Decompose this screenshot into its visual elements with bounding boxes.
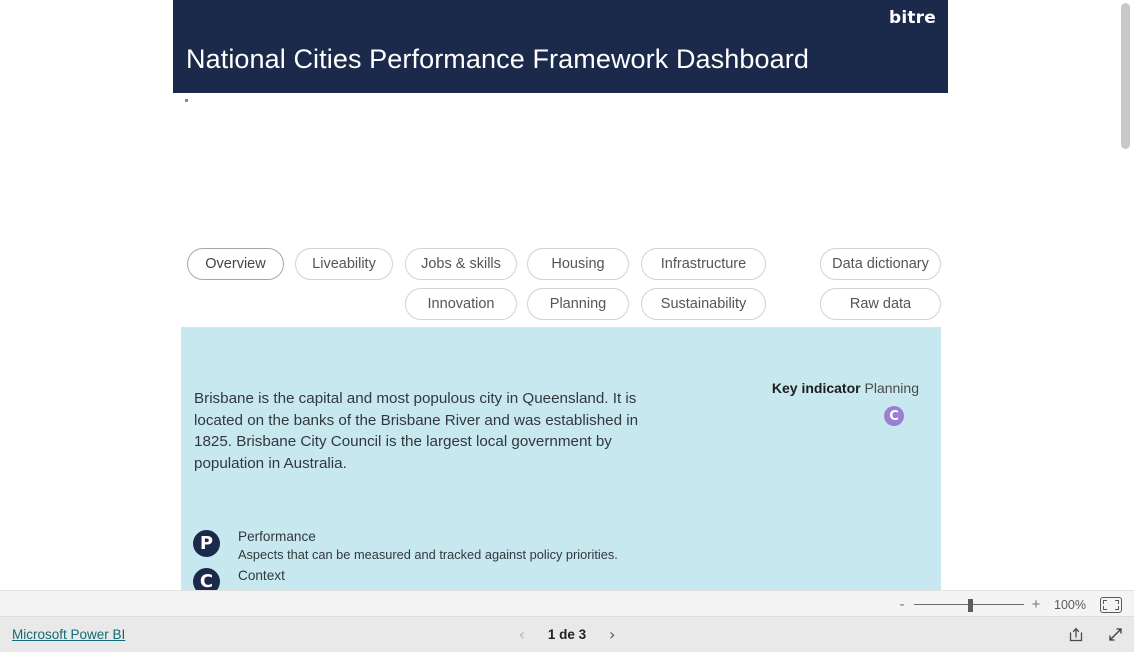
context-badge-icon: C [193,568,220,590]
footer-action-icons [1068,617,1124,652]
key-indicator-title: Key indicator [771,380,861,396]
fit-to-page-icon[interactable] [1100,596,1122,613]
power-bi-report-viewer: bitre National Cities Performance Framew… [0,0,1134,652]
report-vertical-scrollbar[interactable] [1118,0,1132,590]
legend-title: Performance [238,529,316,544]
nav-button-sustainability[interactable]: Sustainability [641,288,766,320]
nav-button-label: Planning [549,296,607,312]
nav-button-label: Overview [205,256,266,272]
previous-page-icon[interactable]: ‹ [519,626,525,643]
nav-button-infrastructure[interactable]: Infrastructure [641,248,766,280]
zoom-status-bar: - + 100% [0,590,1134,617]
indicator-legend: P Performance Aspects that can be measur… [181,529,941,590]
nav-button-label: Sustainability [660,296,747,312]
fullscreen-icon[interactable] [1107,626,1124,643]
nav-button-planning[interactable]: Planning [527,288,629,320]
nav-button-innovation[interactable]: Innovation [405,288,517,320]
scrollbar-thumb[interactable] [1121,3,1130,149]
zoom-slider-handle[interactable] [968,598,973,612]
zoom-level-value: 100% [1054,597,1086,612]
key-indicator-label: Key indicator Planning [772,380,919,396]
nav-button-raw-data[interactable]: Raw data [820,288,941,320]
legend-item-context: C Context [181,568,941,590]
share-icon[interactable] [1068,626,1085,643]
legend-description: Aspects that can be measured and tracked… [238,547,618,562]
nav-button-liveability[interactable]: Liveability [295,248,393,280]
nav-button-label: Infrastructure [660,256,747,272]
zoom-controls: - + 100% [894,591,1122,618]
legend-item-performance: P Performance Aspects that can be measur… [181,529,941,568]
nav-button-label: Innovation [427,296,495,312]
nav-button-label: Raw data [849,296,912,312]
next-page-icon[interactable]: › [609,626,615,643]
page-indicator-label: 1 de 3 [547,627,587,642]
nav-button-label: Housing [551,256,605,272]
report-canvas: bitre National Cities Performance Framew… [0,0,1134,590]
nav-button-label: Data dictionary [832,256,929,272]
zoom-in-button[interactable]: + [1028,597,1044,612]
report-footer-bar: Microsoft Power BI ‹ 1 de 3 › [0,617,1134,652]
key-indicator-value: Planning [864,380,920,396]
performance-badge-icon: P [193,530,220,557]
nav-button-label: Jobs & skills [421,256,501,272]
city-info-panel: Brisbane is the capital and most populou… [181,327,941,590]
nav-button-data-dictionary[interactable]: Data dictionary [820,248,941,280]
nav-button-housing[interactable]: Housing [527,248,629,280]
nav-button-jobs-and-skills[interactable]: Jobs & skills [405,248,517,280]
nav-button-overview[interactable]: Overview [187,248,284,280]
zoom-out-button[interactable]: - [894,597,910,612]
key-indicator-context-badge: C [884,406,904,426]
zoom-slider[interactable] [914,598,1024,612]
city-description-text: Brisbane is the capital and most populou… [194,390,639,472]
page-navigation: ‹ 1 de 3 › [0,617,1134,652]
nav-button-label: Liveability [312,256,376,272]
legend-title: Context [238,568,285,583]
